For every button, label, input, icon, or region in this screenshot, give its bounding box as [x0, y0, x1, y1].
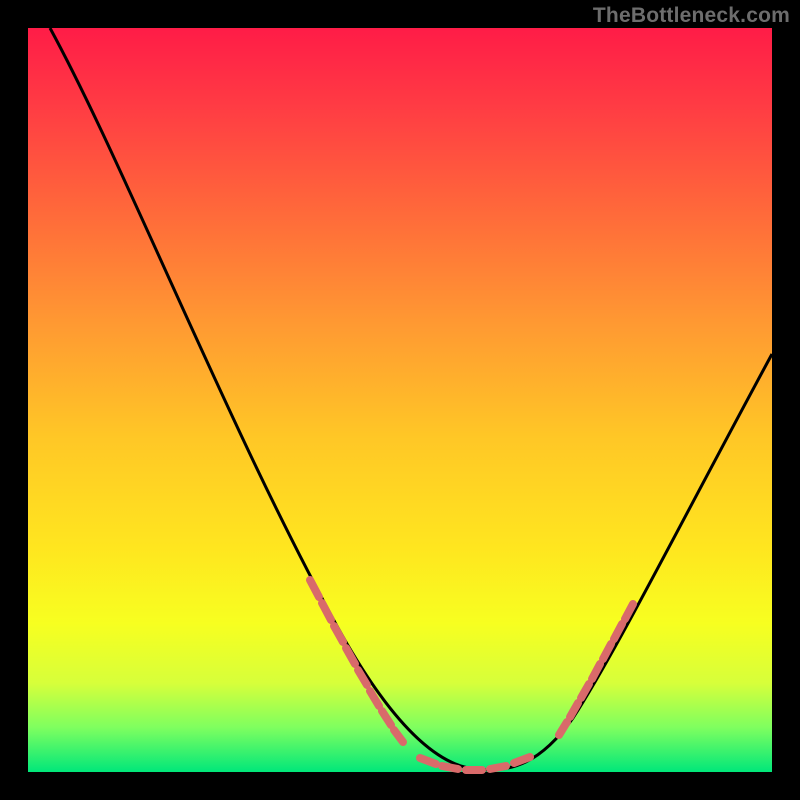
bottleneck-curve	[50, 28, 772, 770]
valley-markers-right	[559, 604, 633, 735]
valley-markers-left	[310, 580, 403, 742]
watermark: TheBottleneck.com	[593, 4, 790, 28]
chart-svg	[28, 28, 772, 772]
chart-frame: TheBottleneck.com	[0, 0, 800, 800]
